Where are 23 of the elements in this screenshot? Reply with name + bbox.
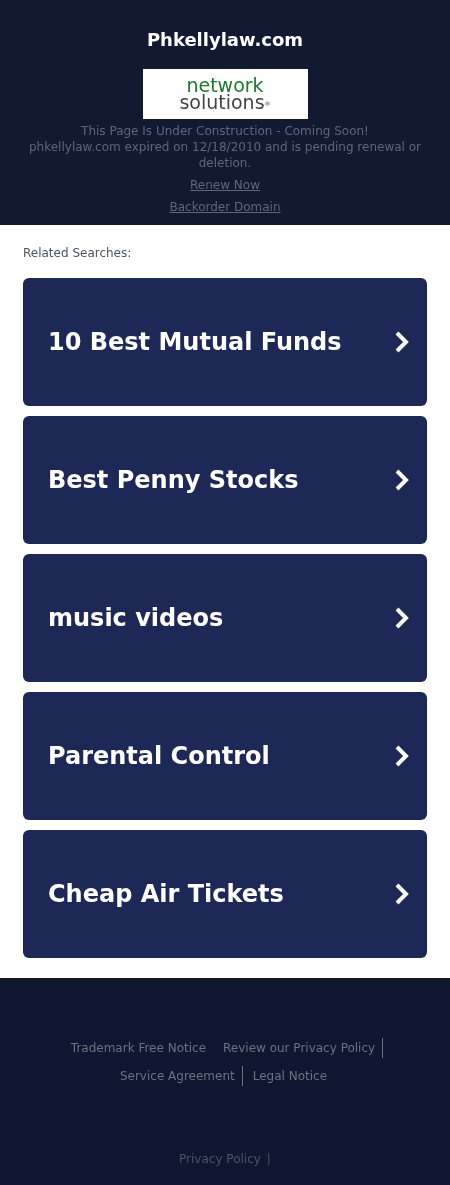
site-title: Phkellylaw.com <box>146 29 304 51</box>
search-link[interactable]: 10 Best Mutual Funds <box>23 278 427 406</box>
chevron-icon <box>395 883 409 905</box>
footer-link[interactable]: Trademark Free Notice <box>63 1038 214 1058</box>
search-link[interactable]: Best Penny Stocks <box>23 416 427 544</box>
chevron-icon <box>395 331 409 353</box>
domain-link[interactable]: Backorder Domain <box>169 199 281 215</box>
logo: network solutions$^{®}$ <box>142 69 308 119</box>
search-link[interactable]: Cheap Air Tickets <box>23 830 427 958</box>
footer-link[interactable]: Service Agreement <box>112 1066 243 1086</box>
related-searches-label: Related Searches: <box>23 245 133 261</box>
footer-link[interactable]: Legal Notice <box>245 1066 335 1086</box>
notice-text: This Page Is Under Construction - Coming Soon! <box>81 123 369 139</box>
footer-link[interactable]: Review our Privacy Policy <box>216 1038 384 1058</box>
chevron-icon <box>395 469 409 491</box>
separator-text: | <box>266 1151 271 1168</box>
chevron-icon <box>395 607 409 629</box>
search-link[interactable]: music videos <box>23 554 427 682</box>
expiry-text: phkellylaw.com expired on 12/18/2010 and is pending renewal or deletion. <box>28 139 422 171</box>
domain-link[interactable]: Renew Now <box>190 177 260 193</box>
privacy-policy-link[interactable]: Privacy Policy <box>179 1150 261 1168</box>
chevron-icon <box>395 745 409 767</box>
search-link[interactable]: Parental Control <box>23 692 427 820</box>
